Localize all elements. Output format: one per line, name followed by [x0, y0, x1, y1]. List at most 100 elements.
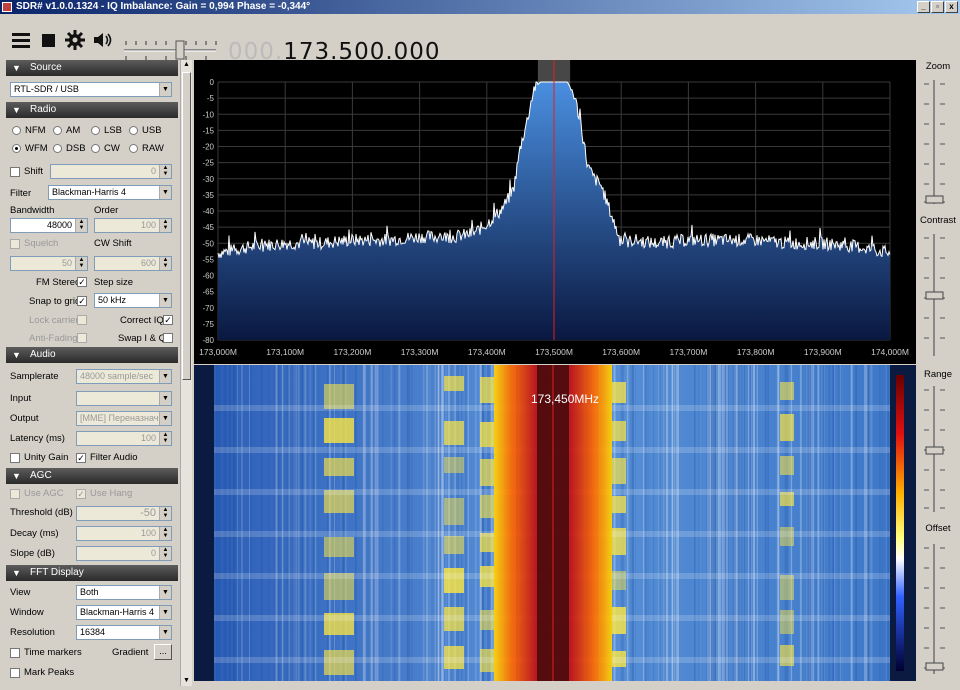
input-label: Input [10, 393, 32, 404]
waterfall-streak [718, 365, 721, 681]
spin-arrows-icon[interactable]: ▲ ▼ [159, 165, 171, 178]
squelch-checkbox[interactable] [10, 239, 20, 249]
spin-arrows-icon[interactable]: ▲ ▼ [159, 219, 171, 232]
waterfall-streak [806, 365, 807, 681]
unitygain-checkbox[interactable] [10, 453, 20, 463]
antifading-checkbox[interactable] [77, 333, 87, 343]
minimize-button[interactable]: _ [917, 1, 930, 13]
lockcarrier-checkbox[interactable] [77, 315, 87, 325]
scrollbar-thumb[interactable] [182, 72, 191, 380]
waterfall-streak [741, 365, 744, 681]
spin-arrows-icon[interactable]: ▲ ▼ [159, 507, 171, 520]
radio-nfm[interactable] [12, 126, 21, 135]
waterfall-sideband [444, 376, 464, 391]
radio-dsb[interactable] [53, 144, 62, 153]
waterfall-streak [309, 365, 312, 681]
decay-input[interactable]: 100 ▲ ▼ [76, 526, 172, 541]
useagc-checkbox[interactable] [10, 489, 20, 499]
restore-button[interactable]: ▫ [931, 1, 944, 13]
threshold-input[interactable]: -50 ▲ ▼ [76, 506, 172, 521]
status-strip [194, 681, 960, 690]
speaker-icon[interactable] [92, 29, 114, 51]
spin-arrows-icon[interactable]: ▲ ▼ [159, 432, 171, 445]
waterfall-sideband [324, 458, 354, 476]
filter-select[interactable]: Blackman-Harris 4 ▼ [48, 185, 172, 200]
snap-checkbox[interactable]: ✓ [77, 296, 87, 306]
output-value: [MME] Переназначен [80, 413, 169, 423]
radio-raw-label: RAW [142, 143, 164, 154]
panel-scrollbar[interactable]: ▲ ▼ [180, 60, 192, 686]
cwshift-input[interactable]: 600 ▲ ▼ [94, 256, 172, 271]
waterfall-streak [713, 365, 715, 681]
timemarkers-checkbox[interactable] [10, 648, 20, 658]
spin-arrows-icon[interactable]: ▲ ▼ [159, 547, 171, 560]
stepsize-select[interactable]: 50 kHz ▼ [94, 293, 172, 308]
section-radio[interactable]: ▼ Radio [6, 102, 178, 118]
spin-arrows-icon[interactable]: ▲ ▼ [75, 257, 87, 270]
menu-icon[interactable] [10, 29, 32, 51]
radio-lsb[interactable] [91, 126, 100, 135]
chevron-down-icon: ▼ [159, 392, 171, 405]
section-fft-display[interactable]: ▼ FFT Display [6, 565, 178, 581]
scroll-up-icon[interactable]: ▲ [182, 60, 191, 70]
range-slider[interactable] [920, 384, 956, 684]
order-input[interactable]: 100 ▲ ▼ [94, 218, 172, 233]
correctiq-checkbox[interactable]: ✓ [163, 315, 173, 325]
markpeaks-checkbox[interactable] [10, 668, 20, 678]
window-select[interactable]: Blackman-Harris 4 ▼ [76, 605, 172, 620]
samplerate-label: Samplerate [10, 371, 59, 382]
y-tick-label: -25 [202, 159, 214, 168]
waterfall-streak [428, 365, 431, 681]
spectrum-chart[interactable]: 0 -5 -10 -15 -20 -25 -30 -35 -40 -45 -50 -55 -60 -65 -… [194, 60, 916, 364]
section-agc[interactable]: ▼ AGC [6, 468, 178, 484]
slope-input[interactable]: 0 ▲ ▼ [76, 546, 172, 561]
waterfall-display[interactable]: 173,450MHz [194, 365, 916, 681]
radio-lsb-label: LSB [104, 125, 122, 136]
waterfall-streak [870, 365, 873, 681]
squelch-label: Squelch [24, 238, 59, 249]
radio-raw[interactable] [129, 144, 138, 153]
waterfall-streak [776, 365, 779, 681]
waterfall-sideband [780, 456, 794, 475]
spin-arrows-icon[interactable]: ▲ ▼ [75, 219, 87, 232]
latency-input[interactable]: 100 ▲ ▼ [76, 431, 172, 446]
view-label: View [10, 587, 31, 598]
waterfall-streak [406, 365, 409, 681]
radio-am[interactable] [53, 126, 62, 135]
input-select[interactable]: ▼ [76, 391, 172, 406]
gradient-button[interactable]: ... [154, 644, 172, 660]
source-select[interactable]: RTL-SDR / USB ▼ [10, 82, 172, 97]
radio-cw[interactable] [91, 144, 100, 153]
scroll-down-icon[interactable]: ▼ [182, 676, 191, 686]
waterfall-streak [866, 365, 869, 681]
radio-usb[interactable] [129, 126, 138, 135]
resolution-select[interactable]: 16384 ▼ [76, 625, 172, 640]
output-select[interactable]: [MME] Переназначен ▼ [76, 411, 172, 426]
shift-checkbox[interactable] [10, 167, 20, 177]
spin-arrows-icon[interactable]: ▲ ▼ [159, 257, 171, 270]
shift-input[interactable]: 0 ▲ ▼ [50, 164, 172, 179]
radio-am-label: AM [66, 125, 81, 136]
x-tick-label: 173,400M [468, 347, 506, 357]
close-button[interactable]: x [945, 1, 958, 13]
waterfall-sideband [444, 568, 464, 593]
bandwidth-input[interactable]: 48000 ▲ ▼ [10, 218, 88, 233]
section-source[interactable]: ▼ Source [6, 60, 178, 76]
x-tick-label: 174,000M [871, 347, 909, 357]
swapiq-checkbox[interactable] [163, 333, 173, 343]
squelch-input[interactable]: 50 ▲ ▼ [10, 256, 88, 271]
x-tick-label: 173,800M [737, 347, 775, 357]
spin-arrows-icon[interactable]: ▲ ▼ [159, 527, 171, 540]
usehang-checkbox[interactable]: ✓ [76, 489, 86, 499]
samplerate-select[interactable]: 48000 sample/sec ▼ [76, 369, 172, 384]
view-select[interactable]: Both ▼ [76, 585, 172, 600]
section-audio[interactable]: ▼ Audio [6, 347, 178, 363]
filteraudio-checkbox[interactable]: ✓ [76, 453, 86, 463]
waterfall-streak [716, 365, 717, 681]
gear-icon[interactable] [64, 29, 86, 51]
radio-wfm[interactable] [12, 144, 21, 153]
fmstereo-checkbox[interactable]: ✓ [77, 277, 87, 287]
lockcarrier-label: Lock carrier [29, 315, 79, 326]
stop-icon[interactable] [38, 29, 60, 51]
x-tick-label: 173,900M [804, 347, 842, 357]
